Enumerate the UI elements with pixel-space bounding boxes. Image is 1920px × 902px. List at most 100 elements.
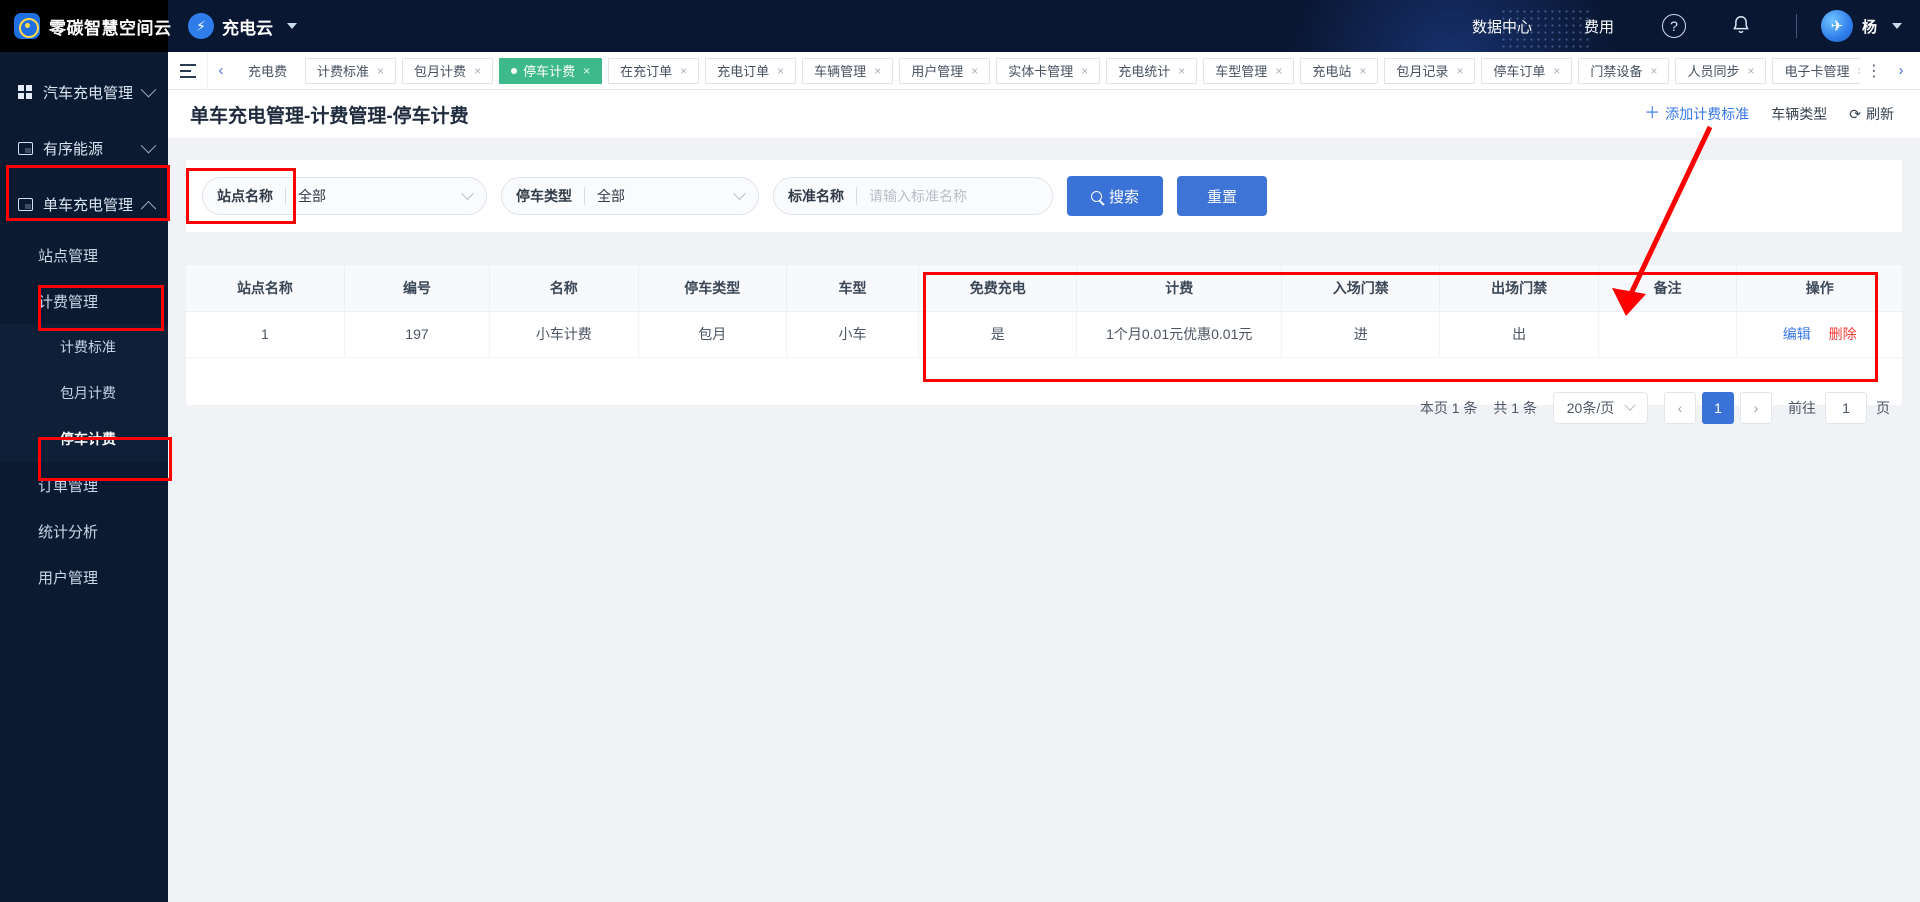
tab-label: 车辆管理 (814, 64, 867, 79)
standard-name-input-wrap[interactable]: 标准名称 请输入标准名称 (773, 177, 1053, 215)
header-link-data-center[interactable]: 数据中心 (1446, 16, 1558, 37)
billing-table: 站点名称 编号 名称 停车类型 车型 免费充电 计费 入场门禁 出场门禁 备注 … (186, 265, 1902, 358)
tab-close-icon[interactable]: × (1456, 64, 1463, 78)
tabs-more-icon[interactable]: ⋮ (1860, 61, 1888, 81)
tab-active-dot-icon (511, 67, 518, 74)
search-button[interactable]: 搜索 (1067, 176, 1164, 216)
sidebar-item-monthly-billing[interactable]: 包月计费 (0, 370, 168, 416)
sidebar-billing-submenu: 计费标准 包月计费 停车计费 (0, 324, 168, 462)
tab-list: 充电费 计费标准 × 包月计费 × 停车计费 × 在充订单 × 充电订单 × 车辆管理 × 用户管理 × 实体… (234, 52, 1860, 89)
chevron-down-icon[interactable] (140, 137, 157, 153)
sidebar-item-billing-standard[interactable]: 计费标准 (0, 324, 168, 370)
brand-block[interactable]: 零碳智慧空间云 (0, 0, 171, 52)
tab-2[interactable]: 包月计费 × (402, 57, 494, 84)
filter-bar: 站点名称 全部 停车类型 全部 标准名称 请输入标准名称 搜索 重置 (186, 160, 1902, 232)
tab-9[interactable]: 充电统计 × (1106, 57, 1198, 84)
tab-label: 停车计费 (523, 64, 576, 79)
sidebar-item-auto-charging[interactable]: 汽车充电管理 (0, 64, 168, 120)
tab-close-icon[interactable]: × (777, 64, 784, 78)
tab-close-icon[interactable]: × (680, 64, 687, 78)
help-icon[interactable]: ? (1661, 14, 1686, 38)
table-row[interactable]: 1 197 小车计费 包月 小车 是 1个月0.01元优惠0.01元 进 出 编… (186, 311, 1902, 358)
chevron-down-icon[interactable] (461, 186, 474, 200)
tab-close-icon[interactable]: × (474, 64, 481, 78)
chevron-down-icon[interactable] (733, 186, 746, 200)
sidebar-item-bike-charging[interactable]: 单车充电管理 (0, 176, 168, 232)
tab-label: 用户管理 (911, 64, 964, 79)
chevron-up-icon[interactable] (140, 200, 157, 217)
tab-7[interactable]: 用户管理 × (899, 57, 991, 84)
vehicle-type-button[interactable]: 车辆类型 (1771, 104, 1827, 124)
tab-10[interactable]: 车型管理 × (1203, 57, 1295, 84)
header-link-fees[interactable]: 费用 (1558, 16, 1640, 37)
cell-remark (1598, 311, 1738, 358)
menu-collapse-icon[interactable] (168, 52, 208, 89)
tabs-scroll-right-icon[interactable]: › (1888, 62, 1914, 79)
page-actions: ＋ 添加计费标准 车辆类型 ⟳ 刷新 (1644, 104, 1894, 124)
tab-close-icon[interactable]: × (1275, 64, 1282, 78)
parking-type-select[interactable]: 停车类型 全部 (501, 177, 759, 215)
sidebar-item-order-management[interactable]: 订单管理 (0, 462, 168, 508)
refresh-button[interactable]: ⟳ 刷新 (1849, 104, 1894, 124)
reset-button[interactable]: 重置 (1177, 176, 1268, 216)
action-label: 车辆类型 (1771, 106, 1828, 122)
top-header: 零碳智慧空间云 ⚡ 充电云 数据中心 费用 ? ✈ 杨 (0, 0, 1920, 52)
prev-page-button[interactable]: ‹ (1664, 392, 1696, 424)
page-title: 单车充电管理-计费管理-停车计费 (190, 105, 469, 127)
page-buttons: ‹ 1 › (1664, 392, 1772, 424)
tab-close-icon[interactable]: × (1553, 64, 1560, 78)
tab-close-icon[interactable]: × (1178, 64, 1185, 78)
sidebar-item-user-management[interactable]: 用户管理 (0, 554, 168, 600)
tab-1[interactable]: 计费标准 × (305, 57, 397, 84)
tab-label: 车型管理 (1215, 64, 1268, 79)
tab-13[interactable]: 停车订单 × (1481, 57, 1573, 84)
cell-station-name: 1 (186, 311, 345, 358)
add-billing-standard-button[interactable]: ＋ 添加计费标准 (1644, 104, 1749, 124)
tab-11[interactable]: 充电站 × (1300, 57, 1379, 84)
tab-15[interactable]: 人员同步 × (1675, 57, 1767, 84)
page-number-1[interactable]: 1 (1702, 392, 1734, 424)
reset-button-label: 重置 (1207, 188, 1238, 206)
tab-16[interactable]: 电子卡管理× (1772, 57, 1860, 84)
tab-close-icon[interactable]: × (1747, 64, 1754, 78)
tab-close-icon[interactable]: × (583, 64, 590, 78)
sidebar-item-ordered-energy[interactable]: 有序能源 (0, 120, 168, 176)
edit-link[interactable]: 编辑 (1783, 326, 1811, 342)
tab-label: 停车订单 (1493, 64, 1546, 79)
tab-14[interactable]: 门禁设备 × (1578, 57, 1670, 84)
user-menu[interactable]: ✈ 杨 (1813, 10, 1902, 42)
product-switcher[interactable]: ⚡ 充电云 (188, 13, 297, 39)
chevron-down-icon[interactable] (140, 81, 157, 97)
sidebar-item-parking-billing[interactable]: 停车计费 (0, 416, 168, 462)
jump-page-input[interactable] (1825, 392, 1867, 424)
delete-link[interactable]: 删除 (1829, 326, 1857, 342)
station-name-select[interactable]: 站点名称 全部 (202, 177, 487, 215)
tab-close-icon[interactable]: × (377, 64, 384, 78)
tab-close-icon[interactable]: × (874, 64, 881, 78)
tab-3[interactable]: 停车计费 × (499, 57, 603, 84)
next-page-button[interactable]: › (1740, 392, 1772, 424)
sidebar-item-station-management[interactable]: 站点管理 (0, 232, 168, 278)
action-label: 刷新 (1866, 106, 1894, 122)
standard-name-input[interactable]: 请输入标准名称 (869, 186, 1038, 206)
tab-close-icon[interactable]: × (1650, 64, 1657, 78)
tabs-scroll-left-icon[interactable]: ‹ (208, 52, 234, 89)
tab-label: 人员同步 (1687, 64, 1740, 79)
table-body: 1 197 小车计费 包月 小车 是 1个月0.01元优惠0.01元 进 出 编… (186, 311, 1902, 358)
cell-entry-gate: 进 (1281, 311, 1441, 358)
tab-6[interactable]: 车辆管理 × (802, 57, 894, 84)
tab-close-icon[interactable]: × (971, 64, 978, 78)
tab-5[interactable]: 充电订单 × (705, 57, 797, 84)
chevron-down-icon[interactable] (1892, 23, 1902, 29)
tab-12[interactable]: 包月记录 × (1384, 57, 1476, 84)
tab-close-icon[interactable]: × (1081, 64, 1088, 78)
tab-8[interactable]: 实体卡管理 × (996, 57, 1101, 84)
tab-4[interactable]: 在充订单 × (608, 57, 700, 84)
sidebar-item-statistics[interactable]: 统计分析 (0, 508, 168, 554)
bell-icon[interactable] (1730, 13, 1758, 39)
page-size-select[interactable]: 20条/页 (1553, 392, 1648, 424)
tab-close-icon[interactable]: × (1359, 64, 1366, 78)
chevron-down-icon[interactable] (287, 23, 297, 29)
tab-0[interactable]: 充电费 (236, 57, 300, 84)
sidebar-item-billing-management[interactable]: 计费管理 (0, 278, 168, 324)
